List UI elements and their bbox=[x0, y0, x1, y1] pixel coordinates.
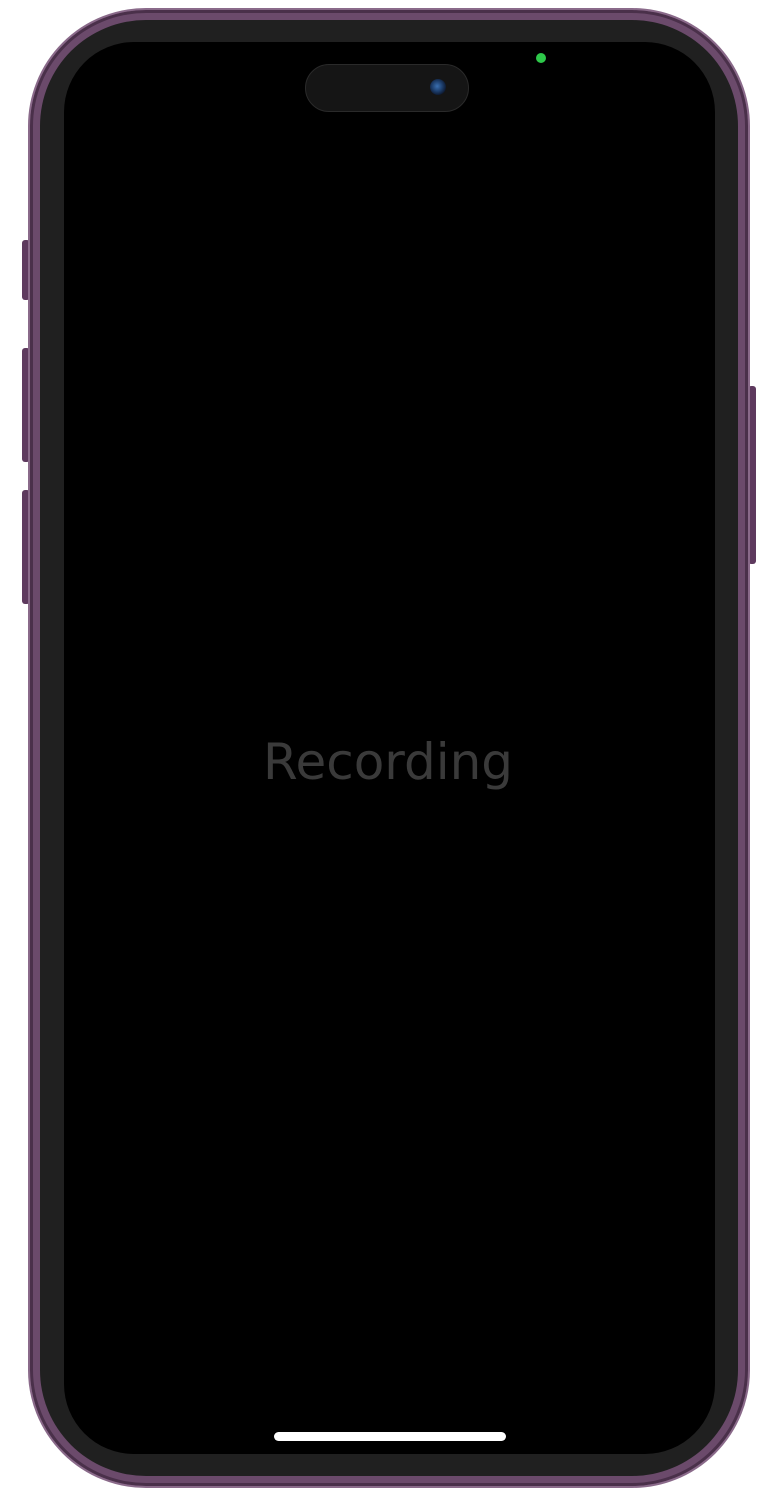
home-indicator[interactable] bbox=[274, 1432, 506, 1441]
recording-label: Recording bbox=[262, 733, 514, 791]
recording-indicator-dot-icon bbox=[536, 53, 546, 63]
page: Recording bbox=[0, 0, 776, 1500]
camera-lens-icon bbox=[430, 79, 446, 95]
